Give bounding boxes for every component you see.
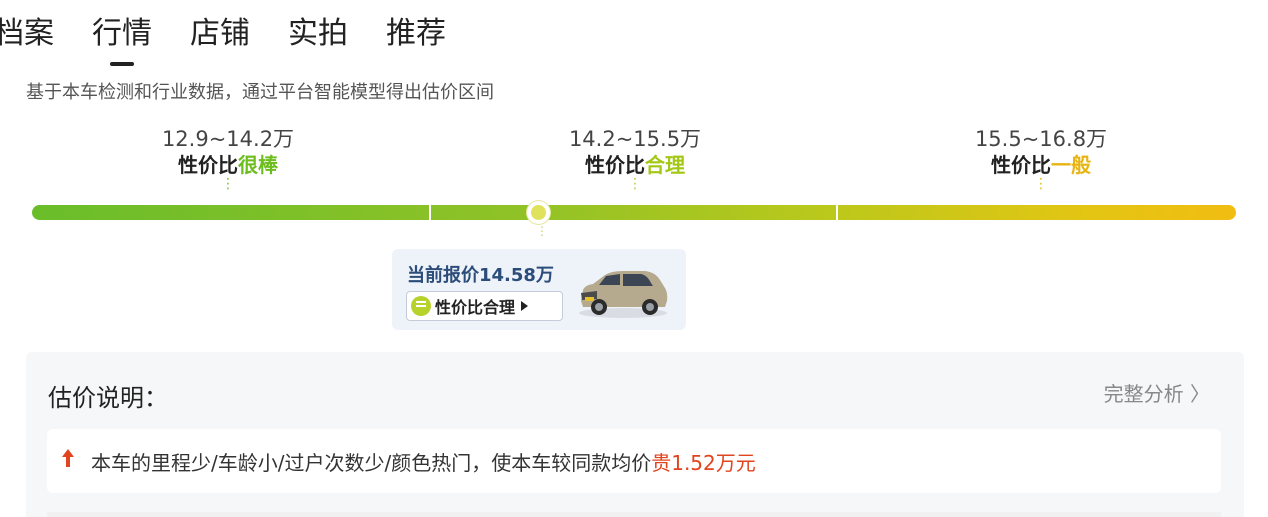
range-price: 15.5~16.8万: [974, 127, 1108, 151]
price-range-average: 15.5~16.8万 性价比一般 ⋮: [911, 126, 1171, 192]
range-tag-prefix: 性价比: [991, 153, 1051, 177]
bar-divider: [836, 205, 838, 220]
price-gradient-bar: [32, 205, 1236, 220]
tab-archive[interactable]: 档案: [0, 14, 54, 54]
range-tag-level: 一般: [1051, 153, 1091, 177]
tab-market[interactable]: 行情: [92, 14, 152, 54]
car-thumbnail: [579, 271, 668, 318]
arrow-up-icon: [62, 449, 74, 467]
tab-store[interactable]: 店铺: [190, 14, 250, 54]
full-analysis-link[interactable]: 完整分析 〉: [1104, 378, 1210, 407]
explanation-text: 本车的里程少/车龄小/过户次数少/颜色热门，使本车较同款均价贵1.52万元: [91, 447, 756, 476]
range-pointer-dots: ⋮: [1034, 176, 1048, 192]
bar-divider: [429, 205, 431, 220]
smiley-face-icon: [411, 296, 431, 316]
valuation-explanation-panel: 估价说明： 完整分析 〉 本车的里程少/车龄小/过户次数少/颜色热门，使本车较同…: [26, 352, 1244, 517]
price-difference: 贵1.52万元: [651, 451, 756, 475]
range-tag-level: 合理: [645, 153, 685, 177]
range-tag: 性价比一般: [911, 152, 1171, 178]
range-price: 14.2~15.5万: [568, 127, 702, 151]
range-tag-level: 很棒: [238, 153, 278, 177]
valuation-subtitle: 基于本车检测和行业数据，通过平台智能模型得出估价区间: [26, 82, 494, 103]
range-tag-prefix: 性价比: [178, 153, 238, 177]
value-rating-badge[interactable]: 性价比合理: [406, 291, 563, 321]
explanation-item: 本车的里程少/车龄小/过户次数少/颜色热门，使本车较同款均价贵1.52万元: [47, 429, 1221, 493]
value-rating-label: 性价比合理: [435, 298, 516, 317]
price-range-great: 12.9~14.2万 性价比很棒 ⋮: [98, 126, 358, 192]
marker-pointer-dots: ⋮: [536, 224, 548, 238]
range-pointer-dots: ⋮: [221, 176, 235, 192]
range-tag: 性价比合理: [505, 152, 765, 178]
explanation-title: 估价说明：: [48, 384, 168, 412]
range-tag-prefix: 性价比: [585, 153, 645, 177]
explanation-body: 本车的里程少/车龄小/过户次数少/颜色热门，使本车较同款均价: [91, 451, 652, 475]
tab-recommend[interactable]: 推荐: [386, 14, 446, 54]
price-range-reasonable: 14.2~15.5万 性价比合理 ⋮: [505, 126, 765, 192]
next-item-partial: [47, 512, 1221, 517]
range-price: 12.9~14.2万: [161, 127, 295, 151]
current-price-marker: [527, 201, 550, 224]
tab-photos[interactable]: 实拍: [288, 14, 348, 54]
current-quote-card[interactable]: 当前报价14.58万 性价比合理: [392, 249, 686, 330]
current-quote-price: 当前报价14.58万: [407, 265, 554, 286]
range-pointer-dots: ⋮: [628, 176, 642, 192]
play-arrow-icon: [521, 301, 529, 311]
tab-bar: 档案 行情 店铺 实拍 推荐: [0, 14, 484, 54]
range-tag: 性价比很棒: [98, 152, 358, 178]
